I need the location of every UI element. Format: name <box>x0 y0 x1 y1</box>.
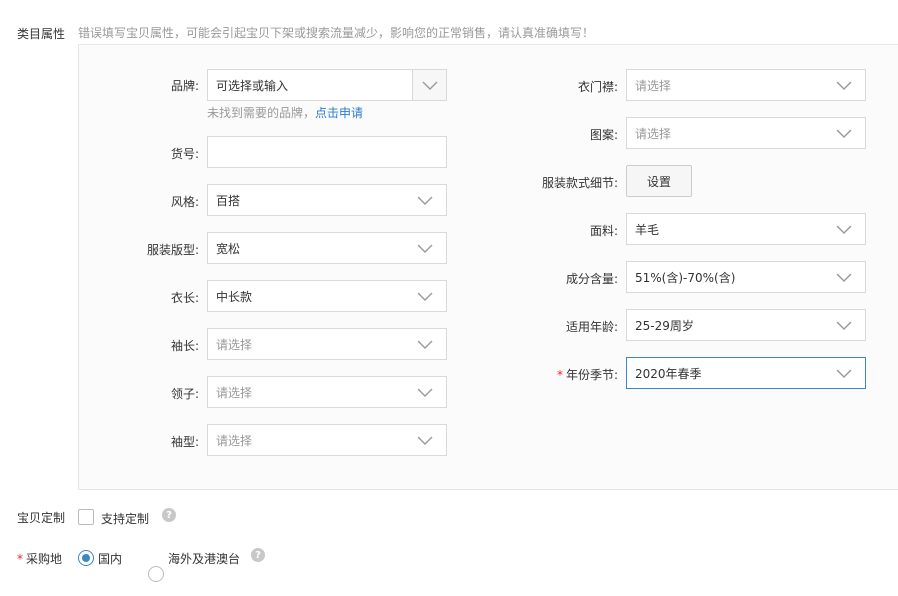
fit-label: 服装版型: <box>146 243 199 257</box>
composition-value: 51%(含)-70%(含) <box>635 270 736 285</box>
fabric-select[interactable]: 羊毛 <box>626 213 866 245</box>
fabric-label: 面料: <box>589 224 618 238</box>
placket-select[interactable]: 请选择 <box>626 69 866 101</box>
pattern-placeholder: 请选择 <box>635 126 672 141</box>
radio-overseas[interactable] <box>148 566 164 582</box>
sleeve-type-select[interactable]: 请选择 <box>207 424 447 456</box>
chevron-down-icon <box>417 340 433 349</box>
age-label: 适用年龄: <box>565 320 618 334</box>
composition-label: 成分含量: <box>565 272 618 286</box>
chevron-down-icon <box>836 81 852 90</box>
fit-value: 宽松 <box>216 241 241 256</box>
pattern-label: 图案: <box>589 128 618 142</box>
sleeve-type-placeholder: 请选择 <box>216 433 253 448</box>
chevron-down-icon <box>417 388 433 397</box>
brand-combobox[interactable]: 可选择或输入 <box>207 69 447 101</box>
customize-checkbox[interactable] <box>78 509 94 525</box>
style-label: 风格: <box>170 195 199 209</box>
chevron-down-icon <box>836 225 852 234</box>
length-select[interactable]: 中长款 <box>207 280 447 312</box>
purchase-label: 采购地 <box>26 552 63 566</box>
brand-hint: 未找到需要的品牌，点击申请 <box>207 104 363 121</box>
style-detail-settings-button[interactable]: 设置 <box>626 165 692 197</box>
season-label: 年份季节: <box>565 368 618 382</box>
item-number-label: 货号: <box>170 147 199 161</box>
apply-brand-link[interactable]: 点击申请 <box>315 106 363 120</box>
chevron-down-icon <box>422 81 438 90</box>
required-marker: * <box>17 552 23 566</box>
collar-label: 领子: <box>170 387 199 401</box>
radio-domestic-label[interactable]: 国内 <box>98 550 122 567</box>
chevron-down-icon <box>836 129 852 138</box>
placket-label: 衣门襟: <box>577 80 618 94</box>
collar-select[interactable]: 请选择 <box>207 376 447 408</box>
required-marker: * <box>556 368 563 382</box>
fabric-value: 羊毛 <box>635 222 660 237</box>
chevron-down-icon <box>836 273 852 282</box>
placket-placeholder: 请选择 <box>635 78 672 93</box>
age-select[interactable]: 25-29周岁 <box>626 309 866 341</box>
help-icon[interactable]: ? <box>162 508 176 522</box>
chevron-down-icon <box>417 196 433 205</box>
sleeve-type-label: 袖型: <box>170 435 199 449</box>
chevron-down-icon <box>417 292 433 301</box>
style-detail-label: 服装款式细节: <box>541 176 618 190</box>
customize-option-label[interactable]: 支持定制 <box>101 510 149 527</box>
length-label: 衣长: <box>170 291 199 305</box>
category-attributes-label: 类目属性 <box>17 27 66 41</box>
sleeve-length-select[interactable]: 请选择 <box>207 328 447 360</box>
item-number-input[interactable] <box>207 136 447 168</box>
style-select[interactable]: 百搭 <box>207 184 447 216</box>
season-label-wrap: * 年份季节: <box>557 366 618 383</box>
help-icon[interactable]: ? <box>251 548 265 562</box>
brand-hint-text: 未找到需要的品牌， <box>207 106 316 120</box>
sleeve-length-placeholder: 请选择 <box>216 337 253 352</box>
brand-label: 品牌: <box>170 79 199 93</box>
composition-select[interactable]: 51%(含)-70%(含) <box>626 261 866 293</box>
style-value: 百搭 <box>216 193 241 208</box>
radio-domestic[interactable] <box>78 550 94 566</box>
pattern-select[interactable]: 请选择 <box>626 117 866 149</box>
chevron-down-icon <box>836 321 852 330</box>
season-value: 2020年春季 <box>635 366 702 381</box>
length-value: 中长款 <box>216 289 253 304</box>
attribute-warning-text: 错误填写宝贝属性，可能会引起宝贝下架或搜索流量减少，影响您的正常销售，请认真准确… <box>78 26 595 40</box>
chevron-down-icon <box>417 244 433 253</box>
brand-dropdown-button[interactable] <box>412 70 446 100</box>
chevron-down-icon <box>836 369 852 378</box>
radio-overseas-label[interactable]: 海外及港澳台 <box>168 550 240 567</box>
chevron-down-icon <box>417 436 433 445</box>
season-select[interactable]: 2020年春季 <box>626 357 866 389</box>
purchase-label-wrap: * 采购地 <box>17 550 62 567</box>
fit-select[interactable]: 宽松 <box>207 232 447 264</box>
sleeve-length-label: 袖长: <box>170 339 199 353</box>
collar-placeholder: 请选择 <box>216 385 253 400</box>
customize-label: 宝贝定制 <box>17 511 66 525</box>
age-value: 25-29周岁 <box>635 318 694 333</box>
